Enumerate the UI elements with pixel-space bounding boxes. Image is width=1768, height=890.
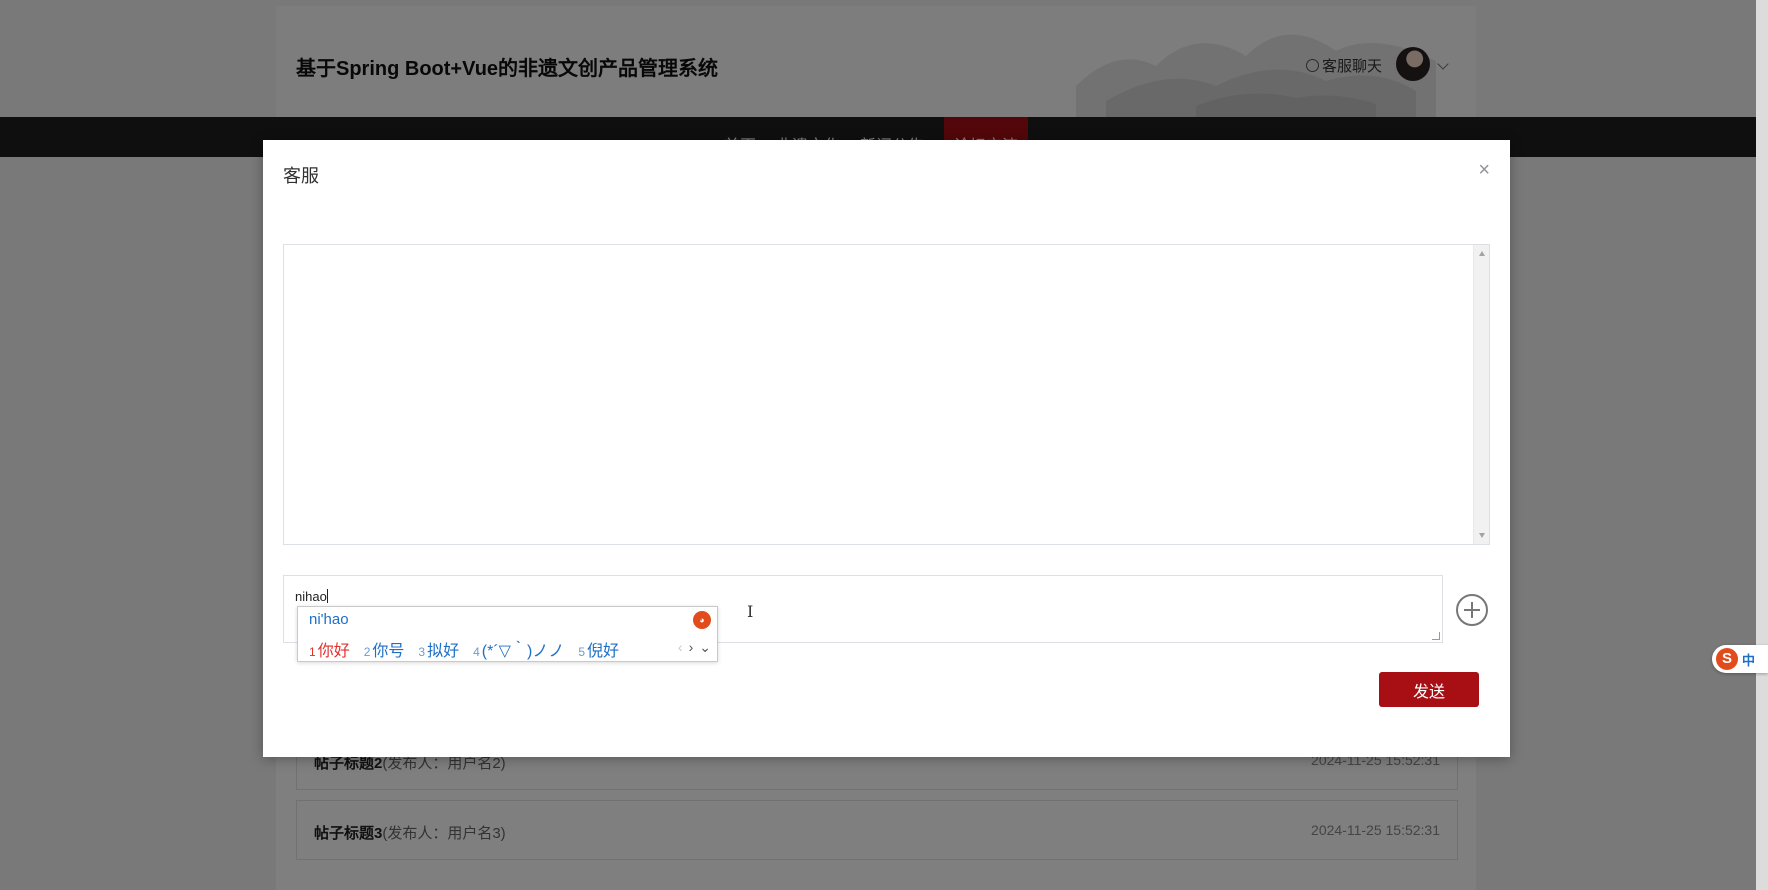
sogou-logo-icon: S [1716,648,1738,670]
message-input-value: nihao [295,589,328,604]
ime-candidates: 1 你好 2 你号 3 拟好 4 (*´▽｀)ノノ 5 倪好 [309,637,619,661]
ime-nav: ‹ › ⌄ [678,639,711,656]
message-history[interactable] [283,244,1490,545]
page-scrollbar[interactable] [1756,0,1768,890]
send-button[interactable]: 发送 [1379,672,1479,707]
ime-candidate-window: ni'hao ◕ 1 你好 2 你号 3 拟好 4 (*´▽｀)ノノ 5 倪好 ‹ › ⌄ [297,606,718,662]
text-caret [326,589,328,603]
ime-next-icon[interactable]: › [689,639,694,656]
sogou-ime-badge[interactable]: S 中 [1712,645,1768,673]
ime-expand-icon[interactable]: ⌄ [699,639,711,656]
ime-pinyin: ni'hao [309,611,349,628]
resize-grip-icon[interactable] [1432,632,1440,640]
customer-service-dialog: 客服 × nihao I 发送 [263,140,1510,757]
scroll-up-icon[interactable] [1479,251,1485,256]
ime-candidate[interactable]: 4 (*´▽｀)ノノ [473,637,564,661]
ime-candidate[interactable]: 3 拟好 [418,637,459,661]
dialog-title: 客服 [283,166,319,186]
scroll-down-icon[interactable] [1479,533,1485,538]
message-scrollbar[interactable] [1473,245,1489,544]
ime-candidate[interactable]: 5 倪好 [578,637,619,661]
add-attachment-button[interactable] [1456,594,1488,626]
sogou-skin-icon[interactable]: ◕ [693,611,711,629]
ime-prev-icon[interactable]: ‹ [678,639,683,656]
ibeam-cursor-icon: I [747,602,754,621]
close-icon[interactable]: × [1478,160,1490,180]
ime-mode-indicator[interactable]: 中 [1742,650,1755,669]
ime-candidate[interactable]: 2 你号 [364,637,405,661]
ime-candidate[interactable]: 1 你好 [309,637,350,661]
